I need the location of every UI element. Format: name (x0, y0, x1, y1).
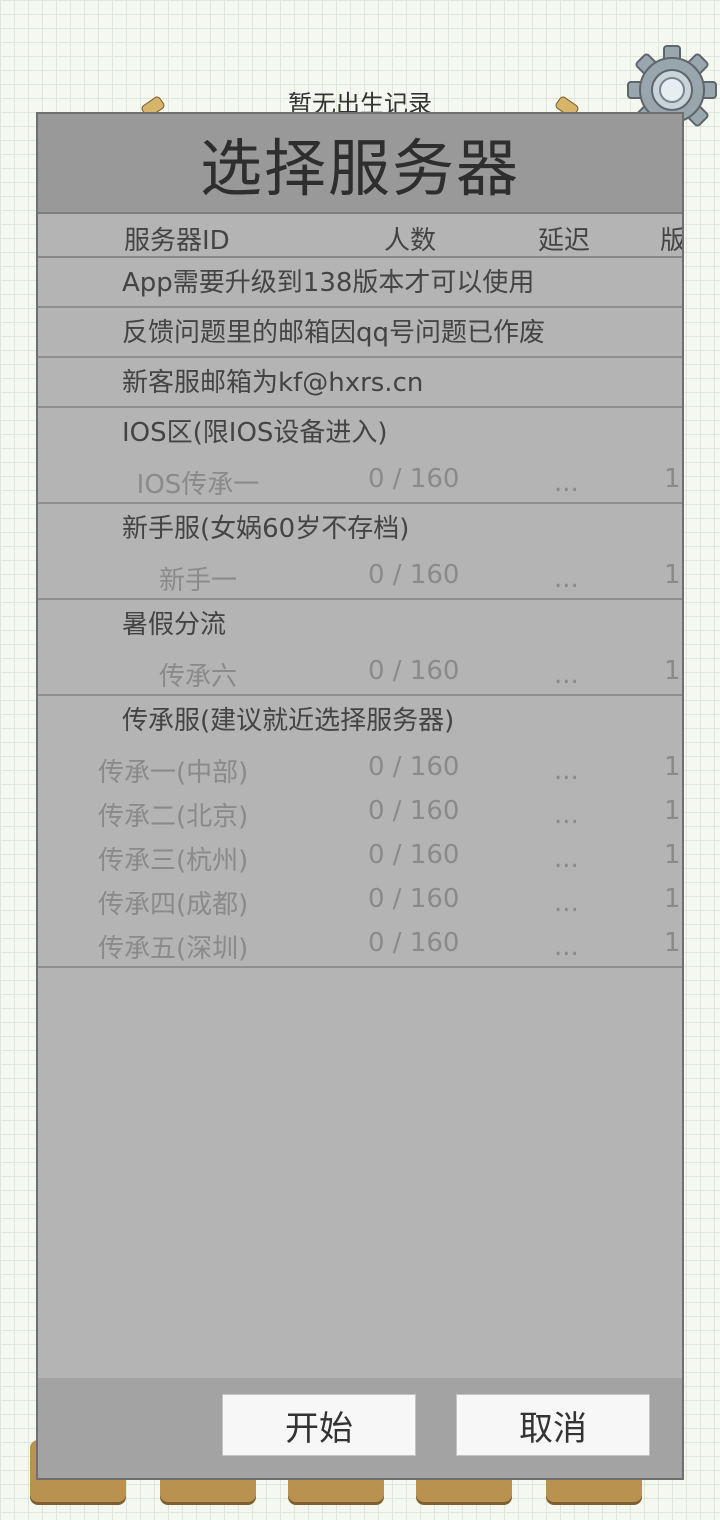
server-group-title: 暑假分流 (122, 610, 227, 640)
server-count: 0 / 160 (368, 560, 460, 590)
server-name: 新手一 (158, 566, 237, 596)
start-button[interactable]: 开始 (222, 1394, 416, 1456)
server-row[interactable]: IOS传承一 0 / 160 ... 1 (38, 458, 682, 502)
cancel-button[interactable]: 取消 (456, 1394, 650, 1456)
server-name: IOS传承一 (136, 470, 260, 500)
dialog-header: 选择服务器 (38, 114, 682, 214)
server-version: 1 (664, 656, 681, 686)
server-ping: ... (554, 564, 579, 594)
server-count: 0 / 160 (368, 752, 460, 782)
server-group: 新手服(女娲60岁不存档) 新手一 0 / 160 ... 1 (38, 504, 682, 600)
server-ping: ... (554, 660, 579, 690)
server-row[interactable]: 传承五(深圳) 0 / 160 ... 1 (38, 922, 682, 966)
column-header-count: 人数 (384, 226, 437, 256)
server-name: 传承一(中部) (98, 758, 249, 788)
server-name: 传承五(深圳) (98, 934, 249, 964)
server-name: 传承四(成都) (98, 890, 249, 920)
server-row[interactable]: 新手一 0 / 160 ... 1 (38, 554, 682, 598)
server-ping: ... (554, 844, 579, 874)
column-header-version: 版 (660, 226, 682, 256)
server-group: IOS区(限IOS设备进入) IOS传承一 0 / 160 ... 1 (38, 408, 682, 504)
server-ping: ... (554, 800, 579, 830)
server-row[interactable]: 传承四(成都) 0 / 160 ... 1 (38, 878, 682, 922)
column-header-id: 服务器ID (124, 226, 230, 256)
server-ping: ... (554, 468, 579, 498)
server-version: 1 (664, 884, 681, 914)
server-group: 暑假分流 传承六 0 / 160 ... 1 (38, 600, 682, 696)
server-name: 传承二(北京) (98, 802, 249, 832)
notice-row: 反馈问题里的邮箱因qq号问题已作废 (38, 308, 682, 358)
server-group-title: 新手服(女娲60岁不存档) (122, 514, 410, 544)
server-ping: ... (554, 888, 579, 918)
server-count: 0 / 160 (368, 464, 460, 494)
server-row[interactable]: 传承六 0 / 160 ... 1 (38, 650, 682, 694)
server-version: 1 (664, 928, 681, 958)
server-group-title: 传承服(建议就近选择服务器) (122, 706, 455, 736)
server-version: 1 (664, 752, 681, 782)
server-name: 传承六 (158, 662, 237, 692)
server-version: 1 (664, 796, 681, 826)
server-ping: ... (554, 756, 579, 786)
server-row[interactable]: 传承三(杭州) 0 / 160 ... 1 (38, 834, 682, 878)
dialog-footer: 开始 取消 (38, 1378, 682, 1478)
server-version: 1 (664, 840, 681, 870)
server-group-title: IOS区(限IOS设备进入) (122, 418, 388, 448)
server-count: 0 / 160 (368, 928, 460, 958)
server-select-dialog: 选择服务器 服务器ID 人数 延迟 版 App需要升级到138版本才可以使用 反… (36, 112, 684, 1480)
server-count: 0 / 160 (368, 840, 460, 870)
server-name: 传承三(杭州) (98, 846, 249, 876)
server-row[interactable]: 传承一(中部) 0 / 160 ... 1 (38, 746, 682, 790)
server-count: 0 / 160 (368, 656, 460, 686)
dialog-title: 选择服务器 (199, 132, 520, 205)
server-ping: ... (554, 932, 579, 962)
notice-row: App需要升级到138版本才可以使用 (38, 258, 682, 308)
notice-row: 新客服邮箱为kf@hxrs.cn (38, 358, 682, 408)
server-count: 0 / 160 (368, 796, 460, 826)
server-count: 0 / 160 (368, 884, 460, 914)
server-group: 传承服(建议就近选择服务器) 传承一(中部) 0 / 160 ... 1 传承二… (38, 696, 682, 968)
table-header: 服务器ID 人数 延迟 版 (38, 214, 682, 258)
column-header-ping: 延迟 (538, 226, 591, 256)
server-version: 1 (664, 560, 681, 590)
server-table: 服务器ID 人数 延迟 版 App需要升级到138版本才可以使用 反馈问题里的邮… (38, 214, 682, 968)
server-row[interactable]: 传承二(北京) 0 / 160 ... 1 (38, 790, 682, 834)
server-version: 1 (664, 464, 681, 494)
